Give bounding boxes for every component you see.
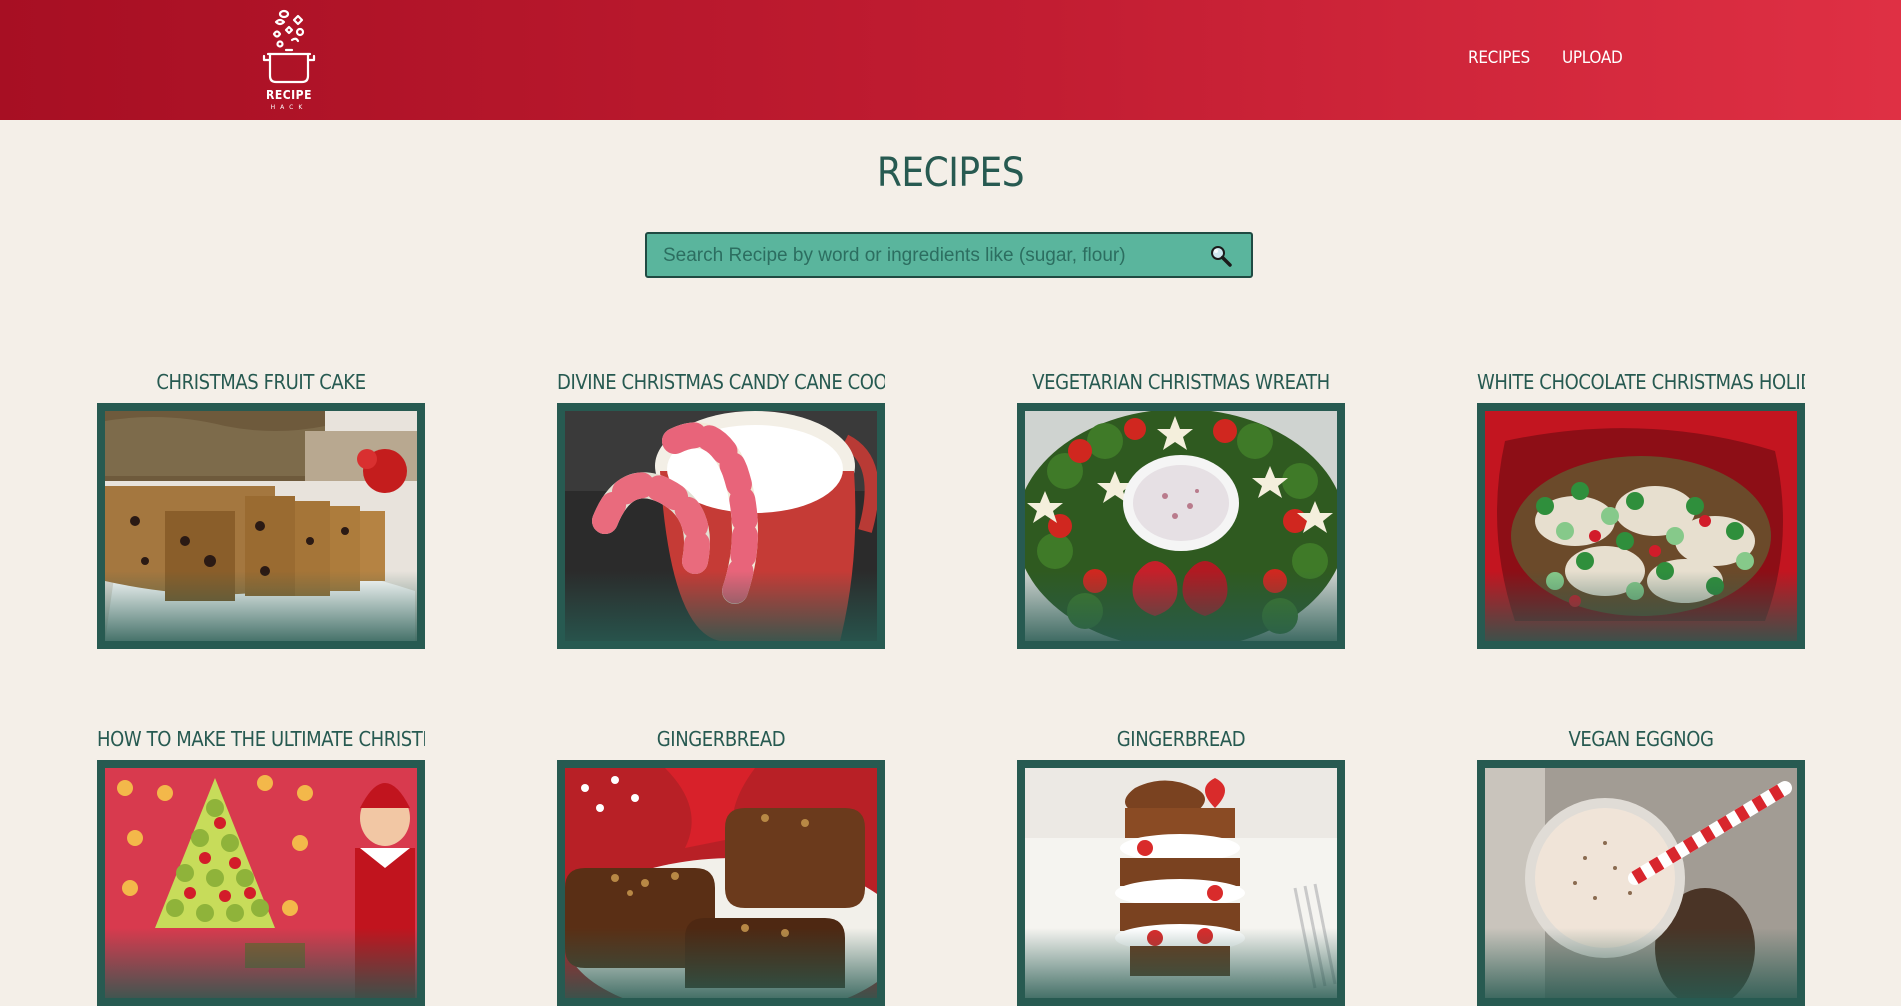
- search-input[interactable]: [661, 242, 1185, 270]
- recipe-image[interactable]: [565, 768, 877, 998]
- recipe-card[interactable]: GINGERBREAD: [1017, 726, 1345, 1006]
- recipe-image-frame: [1477, 760, 1805, 1006]
- recipe-image-frame: [97, 403, 425, 649]
- recipe-card[interactable]: DIVINE CHRISTMAS CANDY CANE COOK...: [557, 369, 885, 649]
- recipe-card[interactable]: CHRISTMAS FRUIT CAKE: [97, 369, 425, 649]
- main-nav: RECIPES UPLOAD: [1468, 48, 1623, 68]
- recipe-image[interactable]: [105, 768, 417, 998]
- recipe-image-frame: [1017, 760, 1345, 1006]
- recipe-card[interactable]: HOW TO MAKE THE ULTIMATE CHRISTM...: [97, 726, 425, 1006]
- recipe-title[interactable]: VEGETARIAN CHRISTMAS WREATH: [1017, 369, 1345, 395]
- recipe-card[interactable]: WHITE CHOCOLATE CHRISTMAS HOLID...: [1477, 369, 1805, 649]
- recipe-image-frame: [97, 760, 425, 1006]
- site-header: RECIPE HACK RECIPES UPLOAD: [0, 0, 1901, 120]
- recipe-title[interactable]: WHITE CHOCOLATE CHRISTMAS HOLID...: [1477, 369, 1805, 395]
- nav-link-recipes[interactable]: RECIPES: [1468, 48, 1530, 68]
- recipe-title[interactable]: VEGAN EGGNOG: [1477, 726, 1805, 752]
- recipe-image-frame: [557, 403, 885, 649]
- recipe-card[interactable]: VEGETARIAN CHRISTMAS WREATH: [1017, 369, 1345, 649]
- nav-link-upload[interactable]: UPLOAD: [1562, 48, 1623, 68]
- magnifier-icon: [1211, 246, 1232, 267]
- recipe-image[interactable]: [1025, 411, 1337, 641]
- logo-title: RECIPE: [266, 88, 312, 102]
- search-button[interactable]: [1209, 244, 1233, 268]
- recipe-title[interactable]: GINGERBREAD: [1017, 726, 1345, 752]
- recipe-title[interactable]: CHRISTMAS FRUIT CAKE: [97, 369, 425, 395]
- recipe-title[interactable]: GINGERBREAD: [557, 726, 885, 752]
- recipe-image[interactable]: [565, 411, 877, 641]
- site-logo[interactable]: RECIPE HACK: [256, 6, 322, 114]
- recipe-image-frame: [1017, 403, 1345, 649]
- recipe-card[interactable]: GINGERBREAD: [557, 726, 885, 1006]
- logo-subtitle: HACK: [270, 104, 308, 111]
- recipe-image-frame: [1477, 403, 1805, 649]
- recipe-image[interactable]: [1485, 411, 1797, 641]
- recipe-image-frame: [557, 760, 885, 1006]
- cooking-pot-icon: [262, 9, 316, 84]
- recipe-image[interactable]: [1485, 768, 1797, 998]
- recipe-image[interactable]: [105, 411, 417, 641]
- search-bar: [645, 232, 1253, 278]
- recipe-card[interactable]: VEGAN EGGNOG: [1477, 726, 1805, 1006]
- page-title: RECIPES: [876, 150, 1025, 196]
- recipe-title[interactable]: HOW TO MAKE THE ULTIMATE CHRISTM...: [97, 726, 425, 752]
- recipe-image[interactable]: [1025, 768, 1337, 998]
- recipe-title[interactable]: DIVINE CHRISTMAS CANDY CANE COOK...: [557, 369, 885, 395]
